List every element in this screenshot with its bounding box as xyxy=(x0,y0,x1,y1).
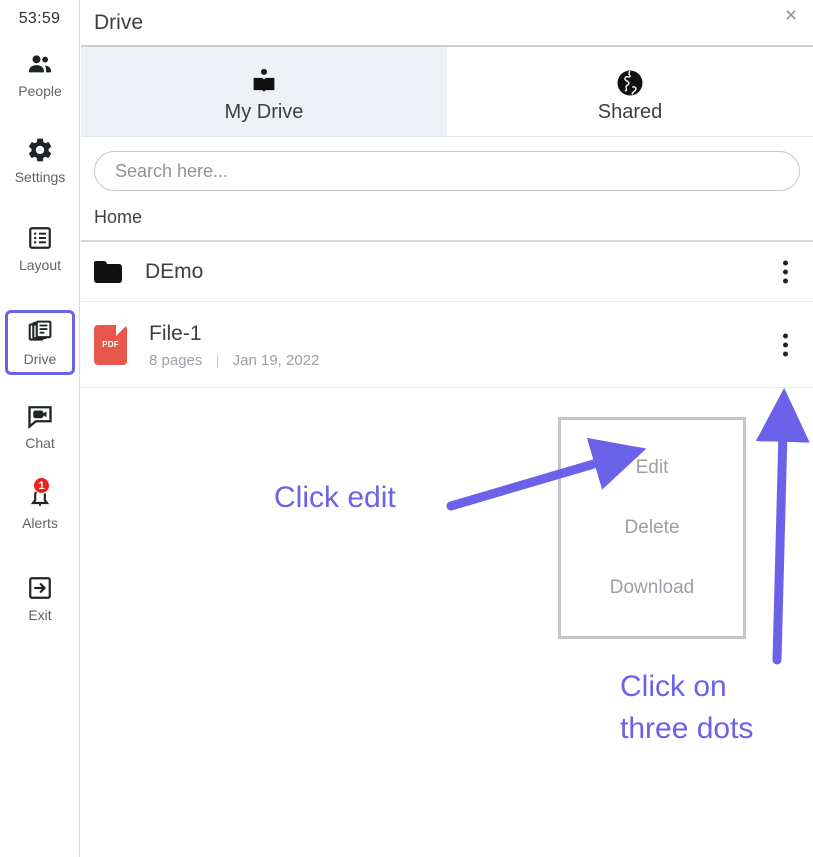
exit-icon xyxy=(27,572,53,604)
dot xyxy=(783,351,788,356)
file-date: Jan 19, 2022 xyxy=(232,351,320,369)
pdf-icon-label: PDF xyxy=(102,340,119,349)
breadcrumb[interactable]: Home xyxy=(81,191,813,242)
panel-titlebar: Drive × xyxy=(81,0,813,47)
sidebar-item-label: Settings xyxy=(14,169,66,185)
gear-icon xyxy=(26,134,54,166)
meta-separator: | xyxy=(215,351,220,369)
open-book-icon xyxy=(250,66,278,100)
globe-icon xyxy=(615,66,645,100)
page-title: Drive xyxy=(94,10,144,34)
annotation-line-1: Click on xyxy=(620,670,727,703)
tab-my-drive[interactable]: My Drive xyxy=(81,47,447,136)
sidebar-item-label: People xyxy=(18,83,62,99)
dot xyxy=(783,278,788,283)
sidebar-item-layout[interactable]: Layout xyxy=(5,222,75,273)
annotation-click-edit: Click edit xyxy=(274,481,396,514)
drive-icon xyxy=(27,316,53,348)
sidebar-item-label: Layout xyxy=(18,257,62,273)
context-menu-item-delete[interactable]: Delete xyxy=(625,517,680,539)
close-icon[interactable]: × xyxy=(778,2,804,28)
sidebar-item-alerts[interactable]: 1 Alerts xyxy=(5,477,75,531)
annotation-line-2: three dots xyxy=(620,712,754,745)
app-root: 53:59 People Settings Layout Drive Chat … xyxy=(0,0,813,857)
chat-video-icon xyxy=(26,400,54,432)
pdf-file-icon: PDF xyxy=(94,324,127,365)
context-menu-item-download[interactable]: Download xyxy=(610,577,695,599)
sidebar: 53:59 People Settings Layout Drive Chat … xyxy=(0,0,80,857)
sidebar-item-drive[interactable]: Drive xyxy=(5,310,75,375)
search-input[interactable] xyxy=(94,151,800,191)
tab-shared[interactable]: Shared xyxy=(447,47,813,136)
table-row[interactable]: DEmo xyxy=(81,242,813,302)
tab-label: My Drive xyxy=(224,100,304,123)
sidebar-item-exit[interactable]: Exit xyxy=(5,572,75,623)
file-meta: File-1 8 pages | Jan 19, 2022 xyxy=(149,321,319,369)
alerts-badge: 1 xyxy=(33,477,50,494)
folder-name: DEmo xyxy=(145,259,204,283)
dot xyxy=(783,342,788,347)
sidebar-item-settings[interactable]: Settings xyxy=(5,134,75,185)
row-kebab-menu-button[interactable] xyxy=(779,256,792,287)
context-menu-item-edit[interactable]: Edit xyxy=(636,457,669,479)
annotation-click-three-dots: Click on three dots xyxy=(620,666,753,750)
tab-label: Shared xyxy=(597,100,663,123)
search-bar xyxy=(81,137,813,191)
sidebar-item-label: Alerts xyxy=(22,515,58,531)
file-name: File-1 xyxy=(149,321,202,345)
dot xyxy=(783,260,788,265)
folder-icon xyxy=(94,260,122,283)
row-context-menu: Edit Delete Download xyxy=(558,417,746,639)
row-kebab-menu-button[interactable] xyxy=(779,329,792,360)
sidebar-item-label: Exit xyxy=(28,607,52,623)
sidebar-item-label: Chat xyxy=(25,435,55,451)
table-row[interactable]: PDF File-1 8 pages | Jan 19, 2022 xyxy=(81,302,813,388)
file-subtext: 8 pages | Jan 19, 2022 xyxy=(149,352,319,369)
page-fold xyxy=(116,324,127,336)
tab-bar: My Drive Shared xyxy=(81,47,813,137)
sidebar-item-people[interactable]: People xyxy=(5,48,75,99)
bell-icon: 1 xyxy=(27,477,53,512)
file-pages: 8 pages xyxy=(149,351,203,369)
layout-icon xyxy=(27,222,53,254)
session-timer: 53:59 xyxy=(18,10,61,27)
dot xyxy=(783,269,788,274)
sidebar-item-label: Drive xyxy=(23,351,57,367)
sidebar-item-chat[interactable]: Chat xyxy=(5,400,75,451)
people-icon xyxy=(26,48,54,80)
dot xyxy=(783,333,788,338)
